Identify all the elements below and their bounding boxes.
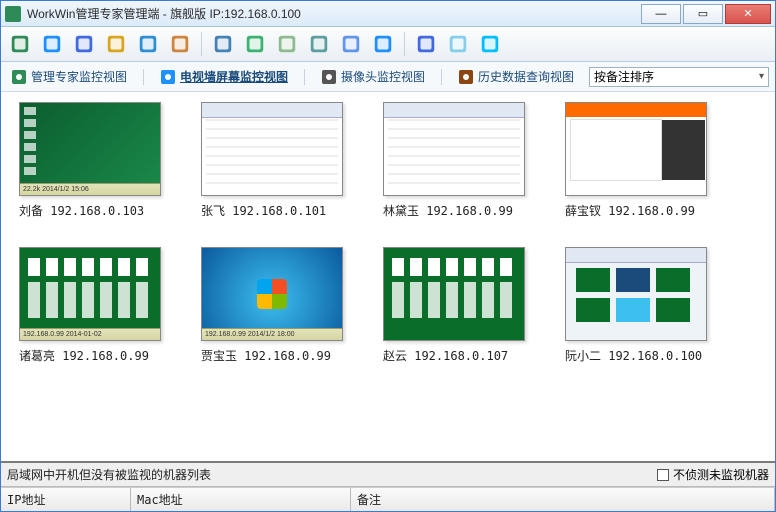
view-tabbar: 管理专家监控视图 电视墙屏幕监控视图 摄像头监控视图 历史数据查询视图 按备注排序 ▾ <box>1 62 775 92</box>
tab-label: 电视墙屏幕监控视图 <box>180 68 288 85</box>
titlebar: WorkWin管理专家管理端 - 旗舰版 IP:192.168.0.100 — … <box>1 1 775 27</box>
window-title: WorkWin管理专家管理端 - 旗舰版 IP:192.168.0.100 <box>27 5 639 22</box>
screenshot-preview[interactable] <box>565 247 707 341</box>
sort-dropdown[interactable]: 按备注排序 ▾ <box>589 67 769 87</box>
app-icon <box>5 6 21 22</box>
screenshot-preview[interactable]: 22.2k 2014/1/2 15:06 <box>19 102 161 196</box>
chain-icon[interactable] <box>338 31 364 57</box>
col-note[interactable]: 备注 <box>351 488 775 511</box>
client-caption: 薛宝钗 192.168.0.99 <box>565 202 707 219</box>
client-caption: 赵云 192.168.0.107 <box>383 347 525 364</box>
client-caption: 贾宝玉 192.168.0.99 <box>201 347 343 364</box>
mail-icon[interactable] <box>274 31 300 57</box>
globe-icon[interactable] <box>39 31 65 57</box>
screenshot-preview[interactable] <box>565 102 707 196</box>
monitor-icon[interactable] <box>7 31 33 57</box>
minimize-button[interactable]: — <box>641 4 681 24</box>
disc-icon[interactable] <box>370 31 396 57</box>
close-button[interactable]: ✕ <box>725 4 771 24</box>
screenshot-preview[interactable] <box>383 102 525 196</box>
client-thumbnail: 张飞 192.168.0.101 <box>201 102 343 219</box>
client-thumbnail: 22.2k 2014/1/2 15:06 刘备 192.168.0.103 <box>19 102 161 219</box>
thumbnail-grid: 22.2k 2014/1/2 15:06 刘备 192.168.0.103 张飞 1… <box>19 102 757 364</box>
check-icon[interactable] <box>242 31 268 57</box>
unmonitored-table-header: IP地址 Mac地址 备注 <box>1 487 775 511</box>
book-icon[interactable] <box>413 31 439 57</box>
client-caption: 刘备 192.168.0.103 <box>19 202 161 219</box>
lock-icon[interactable] <box>167 31 193 57</box>
screenshot-statusbar: 192.168.0.99 2014/1/2 18:00 <box>202 328 342 340</box>
client-caption: 诸葛亮 192.168.0.99 <box>19 347 161 364</box>
screenshot-statusbar: 22.2k 2014/1/2 15:06 <box>20 183 160 195</box>
sort-label: 按备注排序 <box>594 68 654 85</box>
screen-icon[interactable] <box>210 31 236 57</box>
tab-label: 历史数据查询视图 <box>478 68 574 85</box>
tab-label: 管理专家监控视图 <box>31 68 127 85</box>
checkbox-label: 不侦测未监视机器 <box>673 466 769 483</box>
unmonitored-panel: 局域网中开机但没有被监视的机器列表 不侦测未监视机器 IP地址 Mac地址 备注 <box>1 461 775 511</box>
maximize-button[interactable]: ▭ <box>683 4 723 24</box>
col-ip[interactable]: IP地址 <box>1 488 131 511</box>
client-caption: 阮小二 192.168.0.100 <box>565 347 707 364</box>
help-icon[interactable] <box>477 31 503 57</box>
zoom-icon[interactable] <box>306 31 332 57</box>
tab-camera[interactable]: 摄像头监控视图 <box>317 66 429 87</box>
client-thumbnail: 林黛玉 192.168.0.99 <box>383 102 525 219</box>
content-area: 22.2k 2014/1/2 15:06 刘备 192.168.0.103 张飞 1… <box>1 92 775 461</box>
chart-icon[interactable] <box>135 31 161 57</box>
client-thumbnail: 薛宝钗 192.168.0.99 <box>565 102 707 219</box>
tab-history[interactable]: 历史数据查询视图 <box>454 66 578 87</box>
screenshot-preview[interactable]: 192.168.0.99 2014-01-02 <box>19 247 161 341</box>
screenshot-preview[interactable]: 192.168.0.99 2014/1/2 18:00 <box>201 247 343 341</box>
display-icon[interactable] <box>71 31 97 57</box>
chevron-down-icon: ▾ <box>759 71 764 82</box>
tab-eye[interactable]: 管理专家监控视图 <box>7 66 131 87</box>
tab-label: 摄像头监控视图 <box>341 68 425 85</box>
client-caption: 林黛玉 192.168.0.99 <box>383 202 525 219</box>
screenshot-preview[interactable] <box>383 247 525 341</box>
client-thumbnail: 赵云 192.168.0.107 <box>383 247 525 364</box>
unmonitored-header: 局域网中开机但没有被监视的机器列表 <box>7 466 657 483</box>
checkbox-box <box>657 469 669 481</box>
screenshot-preview[interactable] <box>201 102 343 196</box>
tab-tvwall[interactable]: 电视墙屏幕监控视图 <box>156 66 292 87</box>
col-mac[interactable]: Mac地址 <box>131 488 351 511</box>
no-detect-checkbox[interactable]: 不侦测未监视机器 <box>657 466 769 483</box>
screenshot-statusbar: 192.168.0.99 2014-01-02 <box>20 328 160 340</box>
list-icon[interactable] <box>445 31 471 57</box>
client-thumbnail: 192.168.0.99 2014/1/2 18:00 贾宝玉 192.168.0… <box>201 247 343 364</box>
client-thumbnail: 阮小二 192.168.0.100 <box>565 247 707 364</box>
client-caption: 张飞 192.168.0.101 <box>201 202 343 219</box>
main-toolbar <box>1 27 775 62</box>
client-thumbnail: 192.168.0.99 2014-01-02 诸葛亮 192.168.0.99 <box>19 247 161 364</box>
users-icon[interactable] <box>103 31 129 57</box>
